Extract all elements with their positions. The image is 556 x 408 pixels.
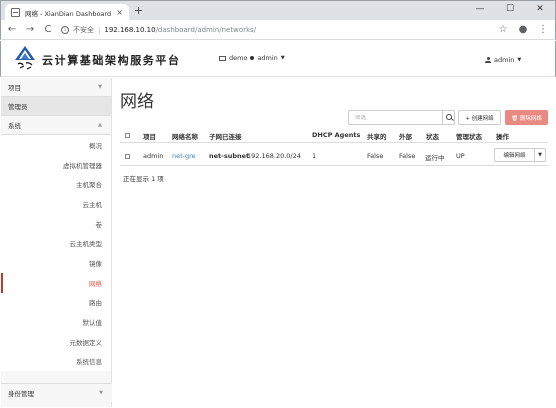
page-title: 网络 xyxy=(120,92,154,112)
forward-icon[interactable]: → xyxy=(25,24,35,35)
brand-title: 云计算基础架构服务平台 xyxy=(42,54,181,67)
search-icon[interactable] xyxy=(442,111,454,124)
sidebar-item-label: 项目 xyxy=(8,84,21,92)
info-icon[interactable]: i xyxy=(61,25,69,34)
column-header-external[interactable]: 外部 xyxy=(399,131,412,141)
table-header: 项目 网络名称 子网已连接 DHCP Agents 共享的 外部 状态 管理状态… xyxy=(120,129,548,143)
delete-networks-button[interactable]: 🗑 删除网络 xyxy=(505,110,548,125)
app-header: 云计算基础架构服务平台 demo admin ▼ admin ▼ xyxy=(0,41,556,77)
column-header-network-name[interactable]: 网络名称 xyxy=(172,131,198,141)
sidebar-item-admin[interactable]: 管理员 xyxy=(1,97,111,116)
back-icon[interactable]: ← xyxy=(7,24,17,35)
column-header-subnets[interactable]: 子网已连接 xyxy=(209,131,242,141)
bullet-icon xyxy=(250,56,255,60)
edit-network-button[interactable]: 编辑网络 xyxy=(495,149,535,161)
cell-dhcp-agents: 1 xyxy=(312,152,317,160)
chevron-down-icon: ▼ xyxy=(99,390,103,396)
sidebar-item-system-info[interactable]: 系统信息 xyxy=(1,351,111,372)
column-header-status[interactable]: 状态 xyxy=(426,131,439,141)
sidebar-item-images[interactable]: 镜像 xyxy=(1,253,111,273)
url-host: 192.168.10.10 xyxy=(104,25,156,34)
page-icon xyxy=(11,8,20,17)
table-row: admin net-gre net-subnet 192.168.20.0/24… xyxy=(120,145,548,166)
cell-shared: False xyxy=(367,152,384,160)
cell-project: admin xyxy=(143,152,164,160)
sidebar-item-flavors[interactable]: 云主机类型 xyxy=(1,233,111,254)
cell-admin-state: UP xyxy=(456,152,465,160)
sidebar-item-project[interactable]: 项目 ▼ xyxy=(1,78,111,97)
chevron-up-icon: ▲ xyxy=(98,122,102,128)
row-checkbox[interactable] xyxy=(125,153,130,161)
sidebar-item-label: 身份管理 xyxy=(8,390,34,398)
sidebar-item-metadata[interactable]: 元数据定义 xyxy=(1,331,111,352)
user-menu[interactable]: admin ▼ xyxy=(485,56,521,64)
bookmark-star-icon[interactable]: ☆ xyxy=(497,24,509,35)
tab-close-icon[interactable]: × xyxy=(116,8,123,17)
minimize-button[interactable]: — xyxy=(465,1,495,20)
browser-tab[interactable]: 网络 - XianDian Dashboard × xyxy=(5,4,129,21)
main-content: 网络 + 创建网络 🗑 删除网络 项目 网络名称 子网已连接 DHCP Agen… xyxy=(112,78,555,407)
caret-down-icon: ▼ xyxy=(517,57,522,63)
url-path: /dashboard/admin/networks/ xyxy=(155,25,257,34)
cell-status: 运行中 xyxy=(425,154,445,162)
column-header-actions: 操作 xyxy=(496,133,509,141)
column-header-project[interactable]: 项目 xyxy=(143,131,156,141)
project-selector[interactable]: demo admin ▼ xyxy=(219,54,285,62)
sidebar-item-label: 管理员 xyxy=(8,103,28,111)
sidebar-item-volumes[interactable]: 卷 xyxy=(1,213,111,234)
sidebar-item-networks[interactable]: 网络 xyxy=(1,272,111,293)
security-label: 不安全 xyxy=(73,25,94,34)
browser-menu-icon[interactable]: ⋮ xyxy=(537,24,549,35)
sidebar-item-instances[interactable]: 云主机 xyxy=(1,194,111,214)
logo-icon xyxy=(15,46,35,70)
select-all-checkbox[interactable] xyxy=(125,132,130,140)
chevron-down-icon: ▼ xyxy=(98,84,102,90)
account-icon[interactable]: ● xyxy=(517,24,529,35)
caret-down-icon[interactable]: ▼ xyxy=(535,149,545,161)
reload-icon[interactable]: C xyxy=(43,24,53,35)
address-toolbar: ← → C i 不安全 | 192.168.10.10 /dashboard/a… xyxy=(0,20,556,40)
cell-external: False xyxy=(399,152,416,160)
sidebar: 项目 ▼ 管理员 系统 ▲ 概况 虚拟机管理器 主机聚合 云主机 卷 云主机类型… xyxy=(1,78,112,407)
column-header-admin-state[interactable]: 管理状态 xyxy=(456,131,482,141)
sidebar-item-defaults[interactable]: 默认值 xyxy=(1,312,111,332)
sidebar-item-hypervisors[interactable]: 虚拟机管理器 xyxy=(1,154,111,175)
caret-down-icon: ▼ xyxy=(280,55,285,61)
sidebar-item-identity[interactable]: 身份管理 ▼ xyxy=(1,383,112,402)
sidebar-item-label: 系统 xyxy=(8,122,21,130)
browser-tab-bar: 网络 - XianDian Dashboard × + — ☐ ✕ xyxy=(0,0,556,21)
new-tab-button[interactable]: + xyxy=(134,4,143,18)
create-network-button[interactable]: + 创建网络 xyxy=(458,110,501,125)
filter-box xyxy=(348,110,455,125)
window-controls: — ☐ ✕ xyxy=(465,1,555,20)
project-icon xyxy=(219,55,226,61)
user-name: admin xyxy=(494,56,515,64)
tab-title: 网络 - XianDian Dashboard xyxy=(25,9,112,18)
sidebar-item-host-aggregates[interactable]: 主机聚合 xyxy=(1,174,111,195)
network-name-link[interactable]: net-gre xyxy=(172,152,196,160)
maximize-button[interactable]: ☐ xyxy=(495,1,525,20)
cell-subnet-cidr: 192.168.20.0/24 xyxy=(247,152,301,160)
divider: | xyxy=(98,25,101,34)
column-header-shared[interactable]: 共享的 xyxy=(367,131,387,141)
row-actions: 编辑网络 ▼ xyxy=(494,148,546,162)
sidebar-item-routers[interactable]: 路由 xyxy=(1,292,111,313)
sidebar-item-system[interactable]: 系统 ▲ xyxy=(1,116,111,135)
cell-subnet-name: net-subnet xyxy=(209,152,250,160)
project-name: demo xyxy=(229,54,248,62)
url-bar[interactable]: i 不安全 | 192.168.10.10 /dashboard/admin/n… xyxy=(61,22,489,37)
filter-input[interactable] xyxy=(349,114,442,121)
close-window-button[interactable]: ✕ xyxy=(525,1,555,20)
sidebar-item-overview[interactable]: 概况 xyxy=(1,135,111,155)
table-footer-count: 正在显示 1 项 xyxy=(123,175,164,183)
project-role: admin xyxy=(257,54,278,62)
column-header-dhcp-agents[interactable]: DHCP Agents xyxy=(312,131,360,139)
user-icon xyxy=(485,57,491,63)
